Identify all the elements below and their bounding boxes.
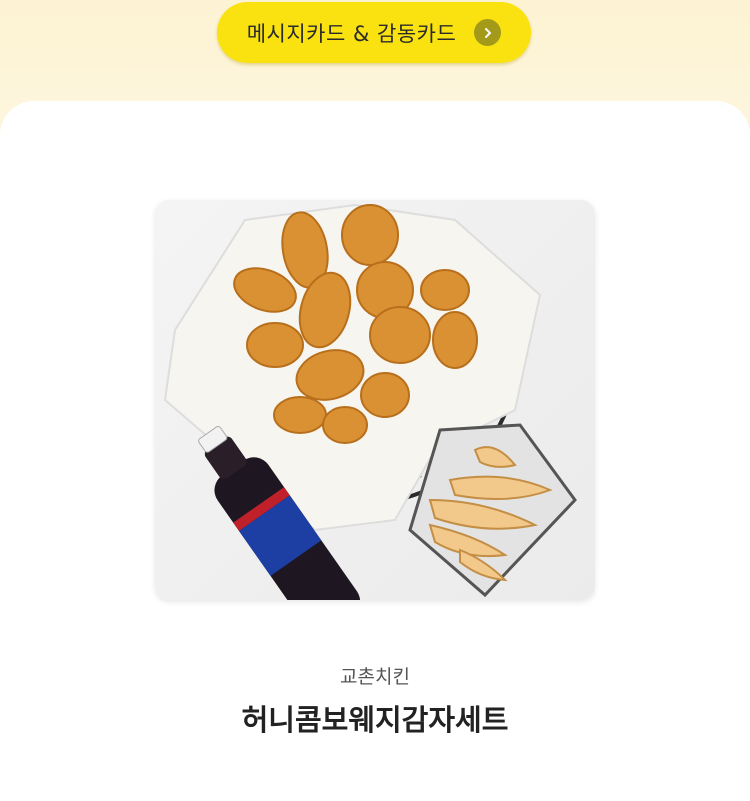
product-name: 허니콤보웨지감자세트 xyxy=(241,703,509,737)
message-card-label: 메시지카드 & 감동카드 xyxy=(246,21,457,46)
product-image xyxy=(155,200,595,600)
brand-name: 교촌치킨 xyxy=(340,666,410,688)
chevron-right-icon xyxy=(474,19,502,46)
message-card-button[interactable]: 메시지카드 & 감동카드 xyxy=(217,2,531,63)
